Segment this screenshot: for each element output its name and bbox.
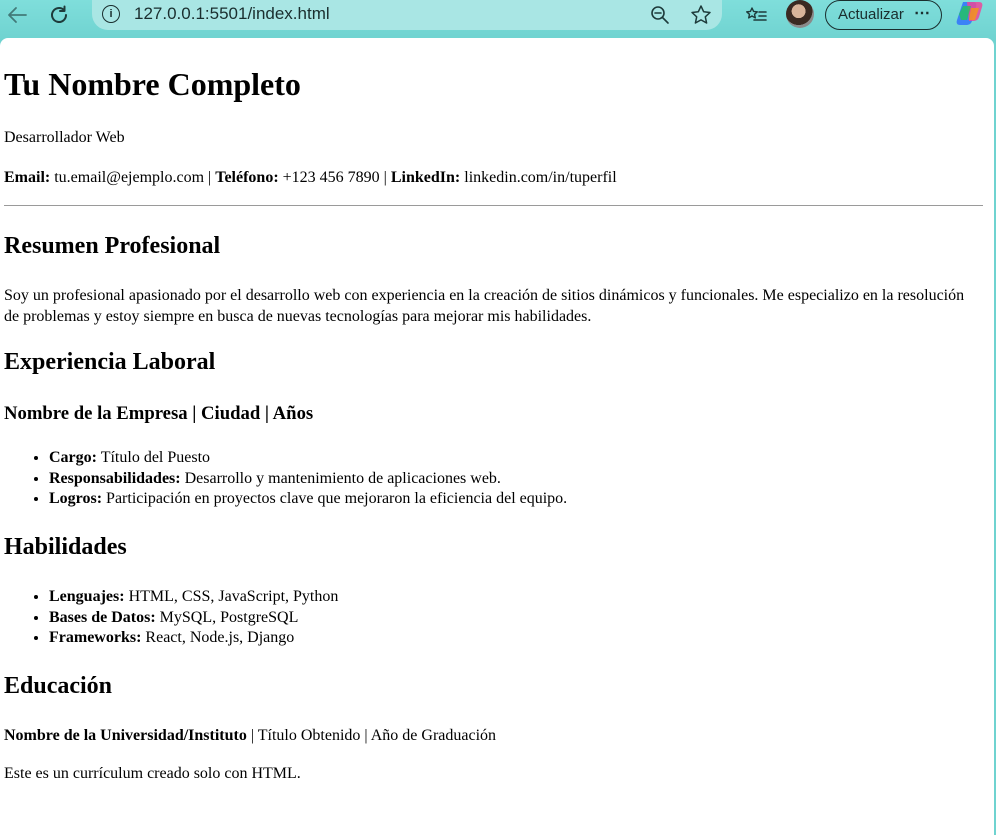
education-heading: Educación <box>4 673 113 699</box>
item-value: Desarrollo y mantenimiento de aplicacion… <box>184 469 501 487</box>
phone-label: Teléfono: <box>215 169 279 186</box>
email-label: Email: <box>4 169 51 186</box>
zoom-out-icon[interactable] <box>645 0 675 30</box>
separator: | <box>383 169 387 186</box>
profile-avatar[interactable] <box>786 0 814 28</box>
address-bar[interactable]: i 127.0.0.1:5501/index.html <box>92 0 722 30</box>
divider <box>4 205 983 206</box>
item-value: HTML, CSS, JavaScript, Python <box>128 588 339 605</box>
summary-heading: Resumen Profesional <box>4 233 221 259</box>
list-item: Logros: Participación en proyectos clave… <box>49 489 567 510</box>
item-label: Cargo: <box>49 449 97 466</box>
item-label: Responsabilidades: <box>49 469 181 487</box>
contact-line: Email: tu.email@ejemplo.com | Teléfono: … <box>4 169 979 187</box>
favorite-star-icon[interactable] <box>686 0 716 30</box>
item-label: Logros: <box>49 490 103 507</box>
email-value: tu.email@ejemplo.com <box>54 169 205 186</box>
reload-icon[interactable] <box>44 0 74 30</box>
update-button-label: Actualizar <box>838 6 904 23</box>
item-value: MySQL, PostgreSQL <box>159 608 299 626</box>
update-button[interactable]: Actualizar ⋯ <box>825 0 942 30</box>
skills-heading: Habilidades <box>4 534 127 560</box>
url-text[interactable]: 127.0.0.1:5501/index.html <box>134 4 330 24</box>
item-value: React, Node.js, Django <box>145 629 295 646</box>
item-label: Bases de Datos: <box>49 608 156 626</box>
footer-note: Este es un currículum creado solo con HT… <box>4 765 301 782</box>
item-value: Participación en proyectos clave que mej… <box>106 490 568 507</box>
experience-heading: Experiencia Laboral <box>4 349 216 375</box>
item-label: Frameworks: <box>49 629 142 646</box>
info-icon[interactable]: i <box>102 5 120 23</box>
browser-toolbar: i 127.0.0.1:5501/index.html Actualizar ⋯ <box>0 0 996 40</box>
phone-value: +123 456 7890 <box>282 169 380 186</box>
list-item: Lenguajes: HTML, CSS, JavaScript, Python <box>49 587 338 608</box>
page-title: Tu Nombre Completo <box>4 66 301 102</box>
copilot-icon[interactable] <box>955 0 985 26</box>
skills-list: Lenguajes: HTML, CSS, JavaScript, Python… <box>4 587 338 649</box>
summary-text: Soy un profesional apasionado por el des… <box>4 287 965 325</box>
education-line: Nombre de la Universidad/Instituto | Tít… <box>4 727 979 745</box>
item-value: Título del Puesto <box>100 449 211 466</box>
list-item: Frameworks: React, Node.js, Django <box>49 628 338 649</box>
company-line: Nombre de la Empresa | Ciudad | Años <box>4 403 314 424</box>
page-viewport: Tu Nombre Completo Desarrollador Web Ema… <box>0 38 994 835</box>
list-item: Bases de Datos: MySQL, PostgreSQL <box>49 608 338 629</box>
linkedin-label: LinkedIn: <box>390 169 461 186</box>
collections-icon[interactable] <box>741 0 771 30</box>
education-details: | Título Obtenido | Año de Graduación <box>250 727 497 744</box>
list-item: Responsabilidades: Desarrollo y mantenim… <box>49 469 567 490</box>
role-subtitle: Desarrollador Web <box>4 129 125 146</box>
more-icon[interactable]: ⋯ <box>914 3 931 23</box>
item-label: Lenguajes: <box>49 588 125 605</box>
back-arrow-icon[interactable] <box>2 0 32 30</box>
experience-list: Cargo: Título del Puesto Responsabilidad… <box>4 448 567 510</box>
list-item: Cargo: Título del Puesto <box>49 448 567 469</box>
institution-name: Nombre de la Universidad/Instituto <box>4 727 247 744</box>
linkedin-value: linkedin.com/in/tuperfil <box>464 169 617 186</box>
separator: | <box>208 169 212 186</box>
